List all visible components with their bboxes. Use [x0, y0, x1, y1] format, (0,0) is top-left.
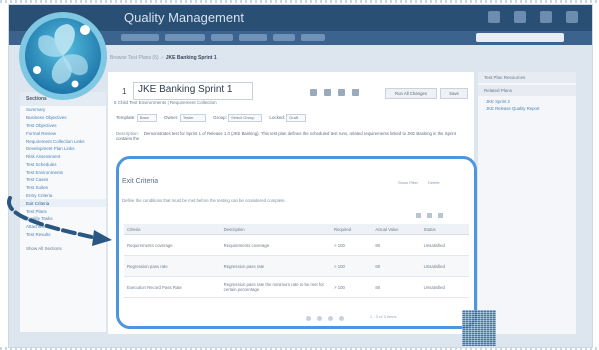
menu-icon[interactable] [566, 11, 578, 23]
column-header[interactable]: Criteria [124, 224, 221, 235]
breadcrumb: Browse Test Plans (5) › JKE Banking Spri… [110, 55, 217, 61]
edit-icon[interactable] [324, 89, 331, 96]
exit-criteria-tools: Show Filter Delete [398, 180, 440, 185]
field-label: Locked: [269, 115, 286, 121]
locked-field[interactable]: Draft [286, 114, 307, 122]
owner-field[interactable]: Tester [179, 114, 206, 122]
sidebar-item[interactable]: Summary [20, 106, 106, 114]
plan-description: Description: Demonstrates test for Sprin… [116, 131, 460, 142]
cell-status: Unsatisfied [420, 276, 469, 298]
sidebar-item[interactable]: Development Plan Links [20, 145, 106, 153]
menu-item-5[interactable] [273, 34, 295, 41]
table-row[interactable]: Requirements coverage Requirements cover… [124, 234, 469, 256]
menu-item-4[interactable] [239, 34, 267, 41]
pager [306, 316, 344, 321]
prev-page-icon[interactable] [317, 316, 322, 321]
cell-required: > 100 [330, 255, 373, 277]
plan-subtitle[interactable]: 5 Child Test Environments | Requirement … [114, 100, 217, 105]
exit-criteria-description: Define the conditions that must be met b… [122, 198, 286, 203]
cell-criteria: Execution Record Pass Rate [124, 276, 221, 298]
user-icon[interactable] [488, 11, 500, 23]
logo-icon [19, 12, 107, 100]
sidebar-item[interactable]: Requirement Collection Links [20, 137, 106, 145]
run-all-changes-button[interactable]: Run All Changes [385, 88, 437, 99]
cell-status: Unsatisfied [420, 255, 469, 277]
first-page-icon[interactable] [306, 316, 311, 321]
help-icon[interactable] [514, 11, 526, 23]
cell-actual: 80 [372, 276, 421, 298]
next-page-icon[interactable] [328, 316, 333, 321]
menu-item-6[interactable] [301, 34, 325, 41]
cell-description: Regression pass rate [220, 255, 331, 277]
breadcrumb-current: JKE Banking Sprint 1 [165, 55, 217, 61]
group-field[interactable]: Select Group [228, 114, 263, 122]
column-header[interactable]: Status [420, 224, 469, 235]
cell-required: > 100 [330, 234, 373, 256]
settings-icon[interactable] [540, 11, 552, 23]
sidebar-item[interactable]: Test Suites [20, 184, 106, 192]
template-field[interactable]: Base [136, 114, 157, 122]
exit-criteria-table: Criteria Description Required Actual Val… [124, 224, 469, 298]
breadcrumb-parent[interactable]: Browse Test Plans (5) [110, 55, 159, 61]
field-label: Owner: [164, 115, 179, 121]
related-plan-link[interactable]: JKE Sprint 2 [478, 98, 576, 105]
cell-actual: 80 [372, 234, 421, 256]
related-plan-link[interactable]: JKE Release Quality Report [478, 105, 576, 112]
top-dotted-border [0, 0, 599, 3]
field-label: Template: [116, 115, 136, 121]
qr-code-icon [462, 310, 496, 346]
delete-link[interactable]: Delete [428, 180, 440, 185]
sidebar-item[interactable]: Test Schedules [20, 160, 106, 168]
top-bar-icons [488, 11, 578, 23]
menu-item-3[interactable] [211, 34, 233, 41]
description-label: Description: [116, 131, 139, 136]
title-icons [310, 89, 359, 96]
add-icon[interactable] [416, 213, 421, 218]
plan-number: 1 [122, 87, 127, 96]
right-panel: Test Plan Resources Related Plans JKE Sp… [478, 72, 576, 334]
sidebar-item[interactable]: Formal Review [20, 129, 106, 137]
more-icon[interactable] [352, 89, 359, 96]
cell-required: > 100 [330, 276, 373, 298]
sidebar-item[interactable]: Test Environments [20, 168, 106, 176]
cell-status: Unsatisfied [420, 234, 469, 256]
column-header[interactable]: Required [330, 224, 373, 235]
sidebar-item[interactable]: Business Objectives [20, 114, 106, 122]
search-input[interactable] [476, 33, 564, 42]
pager-count: 1 - 3 of 3 items [370, 314, 397, 319]
plan-title: JKE Banking Sprint 1 [138, 84, 233, 95]
show-filter-link[interactable]: Show Filter [398, 180, 418, 185]
arrow-icon [7, 196, 112, 246]
last-page-icon[interactable] [339, 316, 344, 321]
related-plans-header: Related Plans [478, 85, 576, 96]
save-button[interactable]: Save [440, 88, 468, 99]
lock-icon[interactable] [310, 89, 317, 96]
sidebar-item[interactable]: Risk Assessment [20, 153, 106, 161]
sidebar-item[interactable]: Test Objectives [20, 122, 106, 130]
plan-fields: Template: Base Owner: Tester Group: Sele… [116, 114, 312, 122]
menu-item-2[interactable] [165, 34, 205, 41]
remove-icon[interactable] [427, 213, 432, 218]
link-icon[interactable] [338, 89, 345, 96]
right-panel-header: Test Plan Resources [478, 72, 576, 83]
table-header-row: Criteria Description Required Actual Val… [124, 224, 469, 235]
table-row[interactable]: Regression pass rate Regression pass rat… [124, 255, 469, 277]
menu-item-1[interactable] [121, 34, 159, 41]
column-header[interactable]: Actual Value [372, 224, 421, 235]
cell-actual: 60 [372, 255, 421, 277]
field-label: Group: [213, 115, 227, 121]
refresh-icon[interactable] [438, 213, 443, 218]
cell-description: Requirements coverage [220, 234, 331, 256]
exit-criteria-title: Exit Criteria [122, 178, 159, 185]
sidebar-item[interactable]: Test Cases [20, 176, 106, 184]
app-title: Quality Management [124, 10, 244, 25]
table-tool-icons [416, 213, 443, 218]
cell-criteria: Requirements coverage [124, 234, 221, 256]
cell-description: Regression pass rate the minimum rate to… [220, 276, 331, 298]
description-text[interactable]: Demonstrates test for Sprint 1 of Releas… [116, 131, 456, 141]
cell-criteria: Regression pass rate [124, 255, 221, 277]
table-row[interactable]: Execution Record Pass Rate Regression pa… [124, 276, 469, 298]
column-header[interactable]: Description [220, 224, 331, 235]
